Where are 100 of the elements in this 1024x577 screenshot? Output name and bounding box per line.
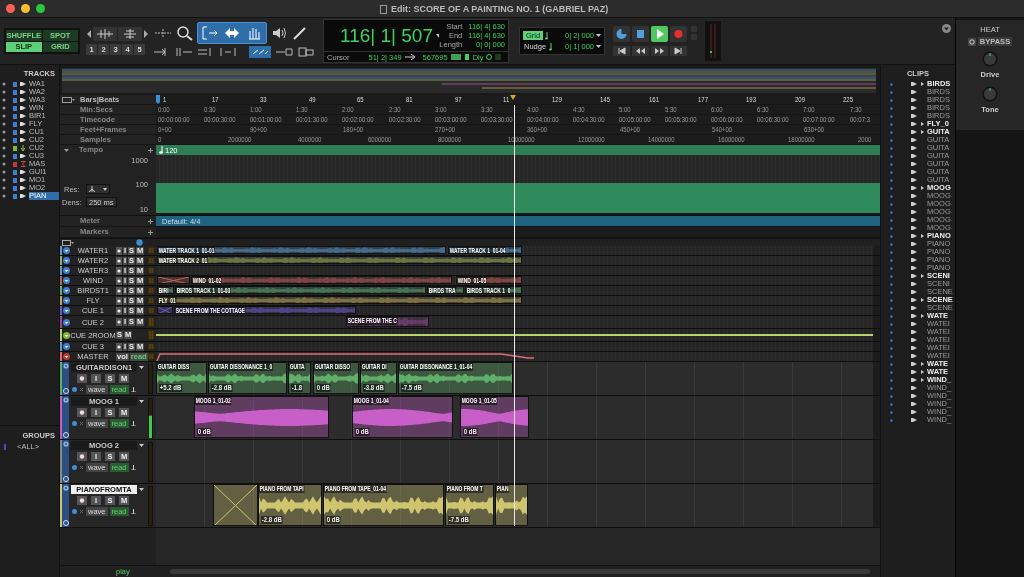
clock-icon[interactable] <box>136 239 144 246</box>
caret-icon[interactable] <box>139 444 144 447</box>
fade-clip[interactable] <box>213 484 258 526</box>
level-meter-icon <box>705 21 721 61</box>
input-monitor-icon[interactable] <box>130 465 136 470</box>
note-icon <box>159 146 163 154</box>
track-meter-icon <box>148 343 154 350</box>
horizontal-scrollbar[interactable] <box>169 569 870 574</box>
record-enable-icon[interactable] <box>116 342 122 351</box>
caret-icon[interactable] <box>596 45 601 48</box>
track-menu-icon[interactable] <box>62 441 69 447</box>
playlist-icon[interactable] <box>72 465 77 470</box>
track-menu-icon[interactable] <box>63 318 70 326</box>
stop-icon[interactable] <box>632 26 649 42</box>
resolution-dropdown[interactable] <box>86 184 110 194</box>
playlist-icon[interactable] <box>72 387 77 392</box>
mirror-icon[interactable] <box>219 47 237 57</box>
knob[interactable] <box>982 85 998 102</box>
track-menu-icon[interactable] <box>63 331 70 339</box>
track-meter-icon <box>148 257 154 264</box>
add-icon[interactable] <box>148 229 153 235</box>
note-icon <box>545 31 550 40</box>
trim-tool-icon[interactable] <box>200 25 220 41</box>
left-arrow-icon[interactable] <box>86 29 92 39</box>
collapse-icon[interactable] <box>64 148 69 152</box>
record-enable-icon[interactable] <box>116 266 122 275</box>
smart-tool-group[interactable] <box>197 22 267 44</box>
window-title: Edit: SCORE OF A PAINTING NO. 1 (GABRIEL PAZ) <box>391 3 609 16</box>
track-menu-icon[interactable] <box>62 363 69 369</box>
zoom-toggle-icon[interactable] <box>153 26 173 40</box>
record-enable-icon[interactable] <box>116 276 122 285</box>
go-to-end-icon[interactable] <box>670 46 687 56</box>
right-arrow-icon[interactable] <box>143 29 149 39</box>
expand-icon[interactable] <box>921 234 924 238</box>
fade-curve-drawing <box>214 485 257 525</box>
expand-icon[interactable] <box>921 314 924 318</box>
minimize-window-icon[interactable] <box>21 4 30 13</box>
x-icon[interactable] <box>79 465 84 470</box>
track-meter-icon <box>148 297 154 304</box>
playlist-icon[interactable] <box>72 509 77 514</box>
file-icon <box>463 54 470 61</box>
track-menu-icon[interactable] <box>62 397 69 403</box>
link-selection-icon[interactable] <box>275 47 293 57</box>
caret-icon[interactable] <box>139 488 144 491</box>
link-icon[interactable] <box>249 46 271 58</box>
track-color-icon[interactable] <box>62 520 69 526</box>
input-monitor-icon[interactable] <box>130 509 136 514</box>
record-enable-icon[interactable] <box>116 246 122 255</box>
caret-icon[interactable] <box>139 366 144 369</box>
record-enable-icon[interactable] <box>116 306 122 315</box>
knob[interactable] <box>982 51 998 68</box>
close-window-icon[interactable] <box>6 4 15 13</box>
power-icon[interactable] <box>967 37 976 46</box>
x-icon[interactable] <box>79 421 84 426</box>
track-color-icon[interactable] <box>62 476 69 482</box>
expand-icon[interactable] <box>921 82 924 86</box>
expand-icon[interactable] <box>921 298 924 302</box>
speaker-icon[interactable] <box>270 25 288 41</box>
vertical-zoom-icon[interactable] <box>118 27 142 41</box>
sigma-icon <box>20 161 26 167</box>
loop-icon[interactable] <box>613 26 630 42</box>
fade-clip[interactable] <box>157 276 190 284</box>
horizontal-zoom-icon[interactable] <box>93 27 117 41</box>
record-enable-icon[interactable] <box>116 286 122 295</box>
x-icon[interactable] <box>79 387 84 392</box>
track-color-icon[interactable] <box>62 388 69 394</box>
add-icon[interactable] <box>148 147 153 153</box>
record-enable-icon[interactable] <box>116 296 122 305</box>
caret-icon <box>103 187 107 191</box>
caret-icon[interactable] <box>139 400 144 403</box>
record-enable-icon[interactable] <box>116 256 122 265</box>
toggle-icon[interactable] <box>495 54 502 61</box>
fast-forward-icon[interactable] <box>651 46 668 56</box>
track-menu-icon[interactable] <box>62 485 69 491</box>
pencil-icon[interactable] <box>291 25 309 41</box>
expand-icon[interactable] <box>921 186 924 190</box>
input-monitor-icon[interactable] <box>130 387 136 392</box>
main-counter[interactable]: 116| 1| 507 <box>340 24 433 47</box>
record-enable-icon[interactable] <box>116 318 122 326</box>
expand-icon[interactable] <box>921 274 924 278</box>
playlist-icon[interactable] <box>72 421 77 426</box>
track-meter-icon <box>148 317 154 327</box>
rewind-icon[interactable] <box>632 46 649 56</box>
caret-icon[interactable] <box>596 34 601 37</box>
maximize-window-icon[interactable] <box>36 4 45 13</box>
track-meter-icon <box>148 307 154 314</box>
fade-clip[interactable] <box>157 306 173 314</box>
document-icon <box>380 5 387 15</box>
return-to-zero-icon[interactable] <box>613 46 630 56</box>
dropdown-icon[interactable] <box>942 24 951 33</box>
x-icon[interactable] <box>79 509 84 514</box>
fade-curve-drawing <box>158 277 189 283</box>
search-icon[interactable] <box>176 25 194 41</box>
track-meter-icon <box>148 247 154 254</box>
track-selection-icon[interactable] <box>297 47 315 57</box>
caret-icon[interactable] <box>436 33 440 38</box>
input-monitor-icon[interactable] <box>130 421 136 426</box>
track-color-icon[interactable] <box>62 432 69 438</box>
ruler-menu-icon[interactable] <box>62 96 76 103</box>
add-icon[interactable] <box>148 218 153 224</box>
